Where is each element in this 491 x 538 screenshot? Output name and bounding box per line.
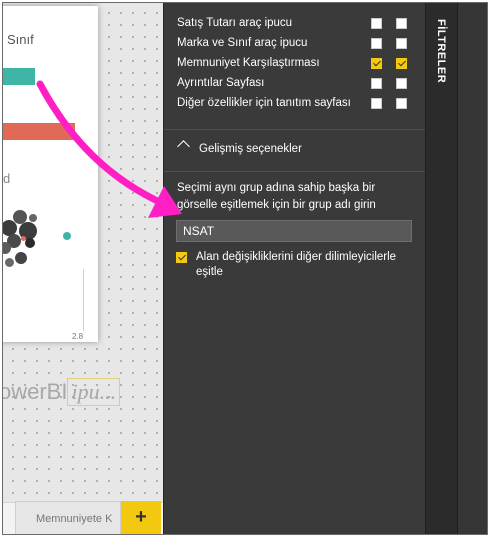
row-checkbox-2[interactable] — [396, 58, 407, 69]
group-name-description: Seçimi aynı grup adına sahip başka bir g… — [177, 182, 376, 211]
sync-label: Alan değişikliklerini diğer dilimleyicil… — [196, 251, 397, 278]
brand-text: owerBI — [2, 379, 68, 404]
tooltip-row: Diğer özellikler için tanıtım sayfası — [164, 94, 426, 114]
axis-tick-label: 2.8 — [72, 332, 84, 341]
row-checkbox-1[interactable] — [371, 38, 382, 49]
visual-subtitle: d — [3, 171, 11, 186]
teal-bar[interactable] — [3, 68, 35, 85]
tooltip-row: Memnuniyet Karşılaştırması — [164, 54, 426, 74]
row-checkbox-2[interactable] — [396, 78, 407, 89]
powerbi-watermark: owerBI ipu... — [2, 378, 149, 414]
sync-field-changes-option[interactable]: Alan değişikliklerini diğer dilimleyicil… — [176, 249, 416, 283]
fields-pane-collapsed[interactable] — [457, 3, 487, 534]
filters-pane-collapsed[interactable]: FİLTRELER — [425, 3, 457, 534]
format-pane: Satış Tutarı araç ipucu Marka ve Sınıf a… — [163, 3, 426, 534]
row-checkbox-1[interactable] — [371, 58, 382, 69]
advanced-options-title: Gelişmiş seçenekler — [199, 143, 302, 155]
tooltip-row-label: Memnuniyet Karşılaştırması — [177, 57, 320, 69]
report-canvas[interactable]: Sınıf d 2.8 owerBI ipu... Memnuniyete K … — [2, 3, 163, 534]
row-checkbox-1[interactable] — [371, 78, 382, 89]
tooltip-row: Marka ve Sınıf araç ipucu — [164, 34, 426, 54]
row-checkbox-2[interactable] — [396, 18, 407, 29]
tooltip-row-label: Marka ve Sınıf araç ipucu — [177, 37, 308, 49]
row-checkbox-1[interactable] — [371, 98, 382, 109]
screenshot-frame: Sınıf d 2.8 owerBI ipu... Memnuniyete K … — [2, 2, 488, 535]
tooltip-row-label: Satış Tutarı araç ipucu — [177, 17, 293, 29]
tooltip-row-label: Diğer özellikler için tanıtım sayfası — [177, 97, 351, 109]
coral-bar[interactable] — [3, 123, 75, 140]
filters-label: FİLTRELER — [435, 19, 447, 84]
chevron-up-icon — [177, 140, 190, 153]
row-checkbox-2[interactable] — [396, 98, 407, 109]
sync-checkbox[interactable] — [176, 252, 187, 263]
group-name-input[interactable] — [176, 220, 412, 242]
add-page-button[interactable]: + — [121, 501, 161, 534]
row-checkbox-1[interactable] — [371, 18, 382, 29]
tooltip-row: Satış Tutarı araç ipucu — [164, 14, 426, 34]
teal-point[interactable] — [63, 232, 71, 240]
section-divider — [164, 129, 426, 130]
visual-title: Sınıf — [7, 32, 34, 47]
tooltip-row-label: Ayrıntılar Sayfası — [177, 77, 265, 89]
scatter-cluster — [3, 206, 47, 276]
visual-card[interactable]: Sınıf d 2.8 — [3, 6, 98, 342]
tooltip-row: Ayrıntılar Sayfası — [164, 74, 426, 94]
row-checkbox-2[interactable] — [396, 38, 407, 49]
brand-boxed-text: ipu... — [67, 378, 121, 406]
section-divider — [164, 171, 426, 172]
page-tab-memnuniyet[interactable]: Memnuniyete K — [15, 501, 121, 534]
advanced-options-header[interactable]: Gelişmiş seçenekler — [164, 131, 426, 171]
axis-line — [83, 269, 84, 331]
